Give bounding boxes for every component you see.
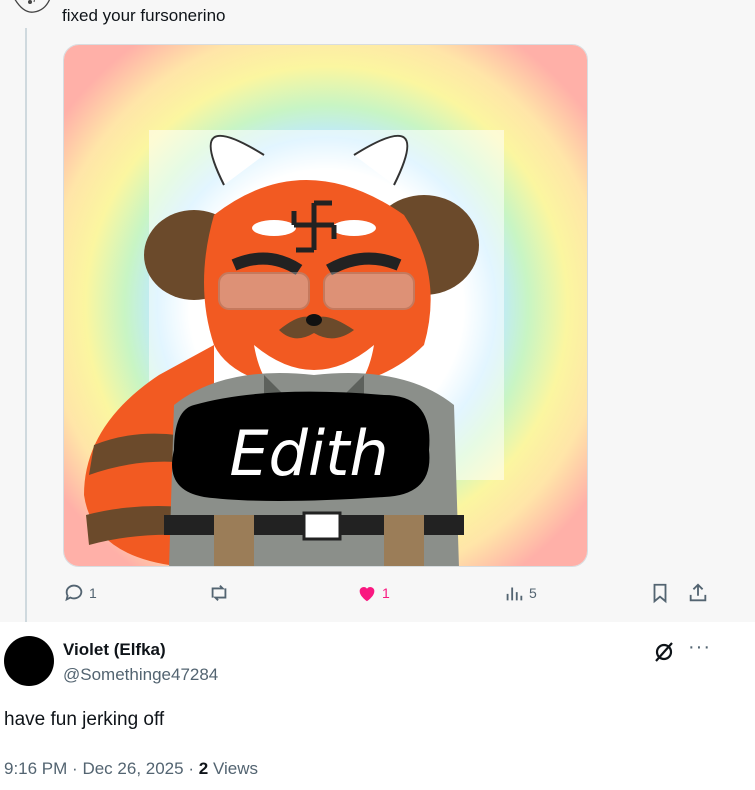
reply-views-label: Views <box>212 759 258 778</box>
tweet-action-bar: 1 1 5 <box>63 582 723 610</box>
retweet-button[interactable] <box>208 582 234 604</box>
heart-icon <box>359 587 375 602</box>
views-count: 5 <box>529 585 537 601</box>
views-button[interactable]: 5 <box>503 582 537 604</box>
reply-text: have fun jerking off <box>4 709 165 730</box>
thread-connector-line <box>25 28 27 628</box>
previous-tweet-text: fixed your fursonerino <box>62 6 226 25</box>
views-icon <box>506 587 523 601</box>
reply-avatar[interactable] <box>4 636 54 686</box>
meta-separator: · <box>188 759 194 778</box>
previous-tweet-avatar[interactable] <box>4 0 56 26</box>
reply-icon <box>65 584 83 602</box>
like-count: 1 <box>382 585 390 601</box>
reply-metadata: 9:16 PM · Dec 26, 2025 · 2 Views <box>4 759 258 779</box>
grok-icon[interactable] <box>652 640 676 664</box>
fursona-artwork: Edith <box>64 45 587 566</box>
reply-handle[interactable]: @Somethinge47284 <box>63 665 218 685</box>
share-button[interactable] <box>687 582 709 604</box>
previous-tweet: fixed your fursonerino Edith 1 1 5 <box>0 0 755 628</box>
reply-time[interactable]: 9:16 PM <box>4 759 67 778</box>
reply-button[interactable]: 1 <box>63 582 97 604</box>
share-icon <box>689 583 707 602</box>
retweet-icon <box>211 585 227 601</box>
meta-separator: · <box>72 759 78 778</box>
reply-views-count: 2 <box>198 759 209 778</box>
tweet-media-image[interactable]: Edith <box>63 44 588 567</box>
like-button[interactable]: 1 <box>356 582 390 604</box>
reply-count: 1 <box>89 585 97 601</box>
reply-display-name[interactable]: Violet (Elfka) <box>63 640 166 660</box>
more-icon[interactable]: ··· <box>688 636 711 659</box>
media-caption-text: Edith <box>229 417 388 490</box>
bookmark-button[interactable] <box>649 582 671 604</box>
bookmark-icon <box>653 583 667 604</box>
reply-tweet: Violet (Elfka) @Somethinge47284 ··· have… <box>0 622 755 790</box>
reply-date[interactable]: Dec 26, 2025 <box>82 759 183 778</box>
